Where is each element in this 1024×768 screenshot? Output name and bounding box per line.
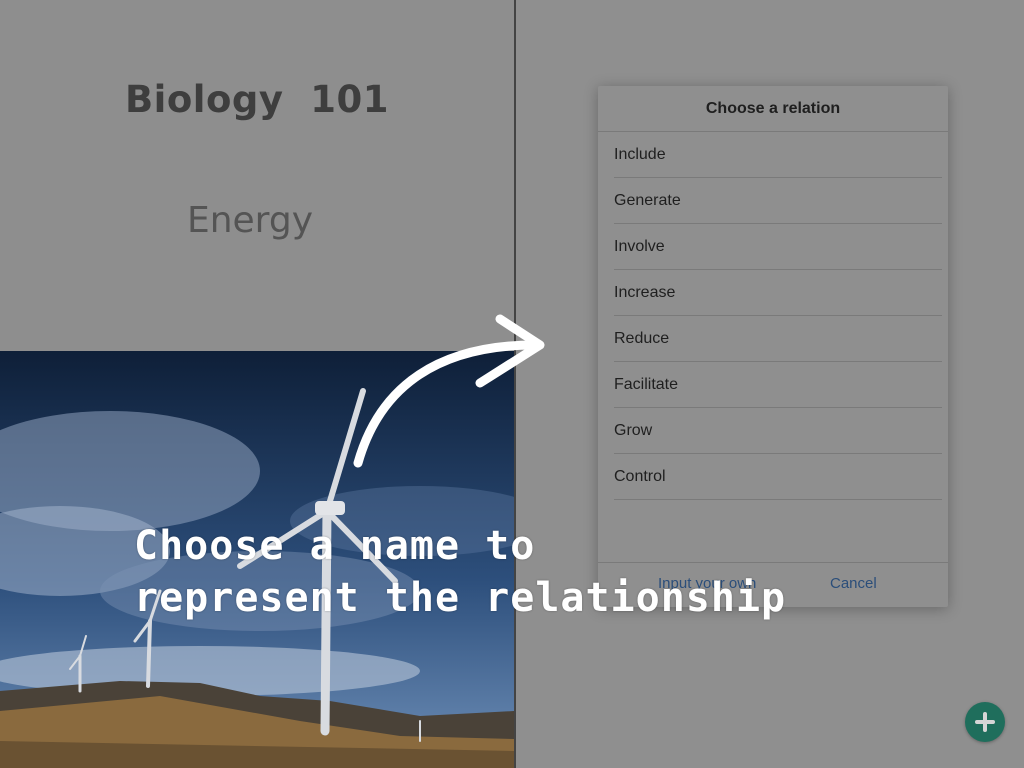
relation-option[interactable]: Include — [614, 132, 942, 178]
relation-option[interactable]: Grow — [614, 408, 942, 454]
topic-title[interactable]: Energy — [0, 200, 500, 241]
hint-line-1: Choose a name to — [134, 523, 536, 569]
concept-card: Biology 101 Energy — [0, 0, 514, 351]
relation-option[interactable]: Control — [614, 454, 942, 500]
course-title: Biology 101 — [124, 78, 389, 121]
relation-option[interactable]: Involve — [614, 224, 942, 270]
relation-option[interactable]: Reduce — [614, 316, 942, 362]
plus-icon[interactable] — [965, 702, 1005, 742]
curved-arrow-icon — [353, 314, 545, 468]
relation-option[interactable]: Facilitate — [614, 362, 942, 408]
relation-option[interactable]: Increase — [614, 270, 942, 316]
relation-option[interactable]: Generate — [614, 178, 942, 224]
hint-overlay: Choose a name to represent the relations… — [134, 520, 894, 624]
dialog-title: Choose a relation — [598, 86, 948, 132]
hint-line-2: represent the relationship — [134, 575, 787, 621]
